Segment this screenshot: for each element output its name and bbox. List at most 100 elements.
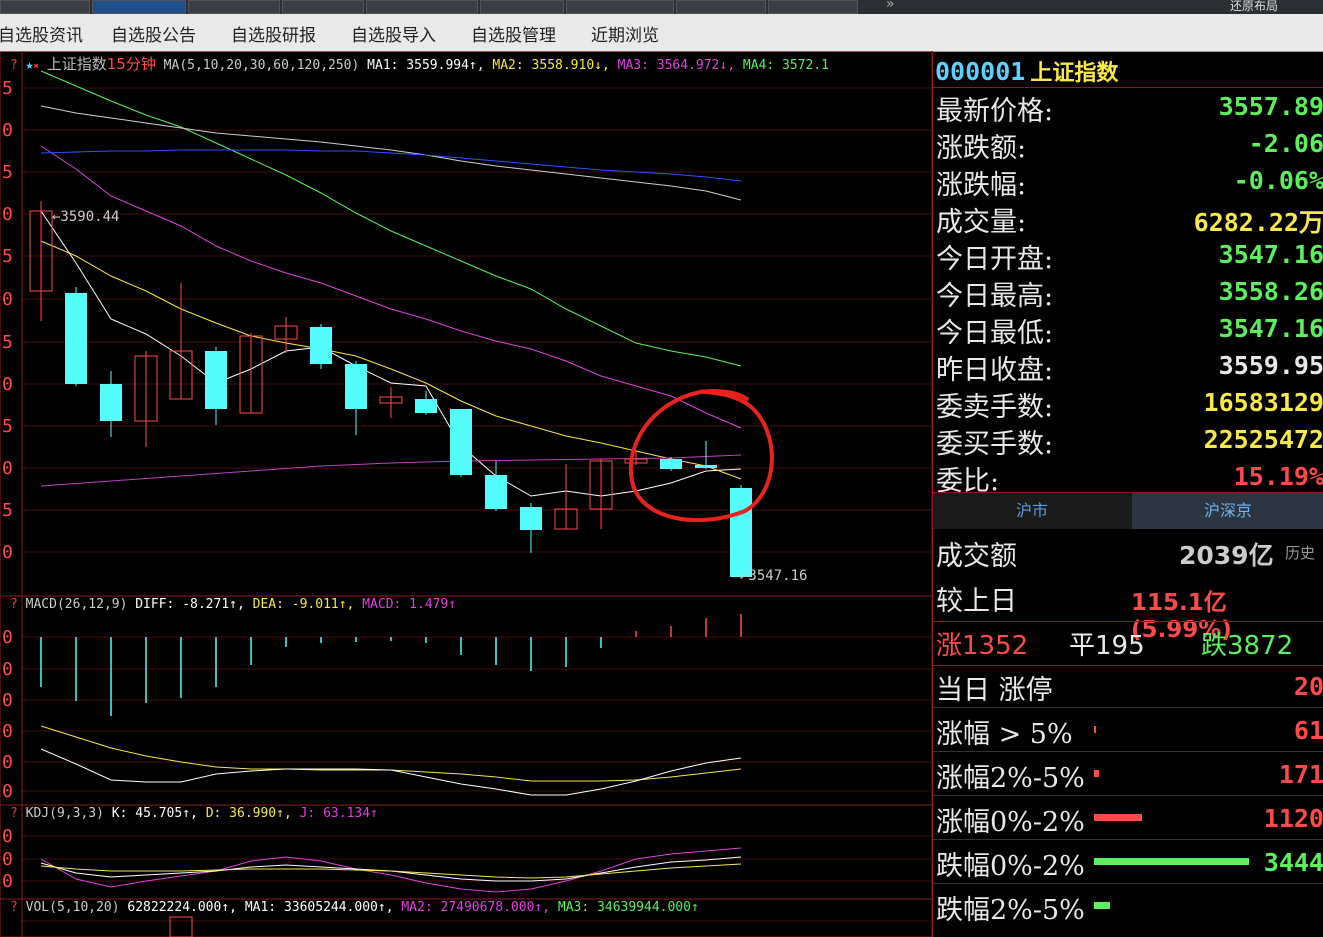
quote-value: -2.06 bbox=[1248, 129, 1323, 158]
distribution-row: 涨幅 > 5% 61 bbox=[933, 707, 1323, 752]
chart-title: 上证指数 bbox=[46, 55, 107, 73]
question-icon[interactable]: ? bbox=[10, 597, 18, 612]
toolbar-tab[interactable] bbox=[188, 0, 280, 14]
macd-diff: DIFF: -8.271↑, bbox=[135, 597, 245, 612]
chart-area[interactable]: 505050505050000000000 ? ★✖ 上证指数15分钟 MA(5… bbox=[0, 51, 932, 937]
nav-item[interactable]: 近期浏览 bbox=[591, 21, 659, 46]
quote-row: 今日最低: 3547.16 bbox=[933, 311, 1323, 349]
axis-tick-label: 0 bbox=[2, 781, 13, 802]
axis-tick-label: 0 bbox=[2, 627, 13, 648]
quote-label: 今日最低: bbox=[936, 318, 1054, 349]
tab-shsz[interactable]: 沪深京 bbox=[1132, 493, 1323, 529]
turnover-row: 成交额 2039亿 历史 bbox=[933, 532, 1323, 572]
axis-tick-label: 0 bbox=[2, 871, 13, 892]
question-icon[interactable]: ? bbox=[10, 900, 18, 915]
history-link[interactable]: 历史 bbox=[1285, 542, 1315, 563]
axis-tick-label: 0 bbox=[2, 826, 13, 847]
question-icon[interactable]: ? bbox=[10, 806, 18, 821]
candle-body bbox=[695, 465, 717, 468]
axis-tick-label: 5 bbox=[2, 332, 13, 353]
more-icon[interactable]: » bbox=[886, 0, 895, 12]
axis-tick-label: 0 bbox=[2, 374, 13, 395]
restore-layout-button[interactable]: 还原布局 bbox=[1230, 0, 1278, 14]
limit-up-value: 20 bbox=[1293, 672, 1323, 701]
close-icon[interactable]: ✖ bbox=[33, 62, 38, 72]
nav-item[interactable]: 自选股研报 bbox=[231, 21, 316, 46]
kdj-header: ? KDJ(9,3,3) K: 45.705↑, D: 36.990↑, J: … bbox=[10, 806, 378, 821]
kdj-params: KDJ(9,3,3) bbox=[25, 806, 104, 821]
distribution-label: 涨幅0%-2% bbox=[936, 807, 1085, 838]
kline-chart[interactable]: 505050505050000000000 bbox=[0, 51, 932, 937]
chart-period[interactable]: 15分钟 bbox=[107, 55, 156, 73]
nav-item[interactable]: 自选股导入 bbox=[351, 21, 436, 46]
top-toolbar: » 还原布局 bbox=[0, 0, 1323, 15]
axis-tick-label: 0 bbox=[2, 204, 13, 225]
toolbar-tab[interactable] bbox=[282, 0, 364, 14]
distribution-value: 61 bbox=[1293, 716, 1323, 745]
axis-tick-label: 0 bbox=[2, 120, 13, 141]
toolbar-tab[interactable] bbox=[0, 0, 90, 14]
quote-label: 委买手数: bbox=[936, 429, 1054, 460]
quote-value: 16583129 bbox=[1203, 388, 1323, 417]
ma-line bbox=[40, 149, 742, 182]
vol-ma2: MA2: 27490678.000↑, bbox=[401, 900, 551, 915]
dea-line bbox=[40, 725, 742, 782]
quote-label: 今日最高: bbox=[936, 281, 1054, 312]
toolbar-tab[interactable] bbox=[768, 0, 858, 14]
quote-value: 3557.89 bbox=[1218, 92, 1323, 121]
kdj-d: D: 36.990↑, bbox=[205, 806, 292, 821]
macd-dea: DEA: -9.011↑, bbox=[252, 597, 355, 612]
stock-code: 000001 bbox=[935, 57, 1026, 86]
macd-value: MACD: 1.479↑ bbox=[362, 597, 457, 612]
quote-header: 000001 上证指数 bbox=[935, 55, 1118, 87]
ma3-value: MA3: 3564.972↓, bbox=[617, 58, 736, 73]
nav-item[interactable]: 自选股管理 bbox=[471, 21, 556, 46]
vol-params: VOL(5,10,20) bbox=[25, 900, 120, 915]
quote-value: 6282.22万 bbox=[1193, 208, 1323, 237]
distribution-bar bbox=[1094, 814, 1142, 821]
candle-body bbox=[65, 293, 87, 384]
stock-name: 上证指数 bbox=[1030, 61, 1119, 86]
main-chart-header: ? ★✖ 上证指数15分钟 MA(5,10,20,30,60,120,250) … bbox=[10, 53, 829, 74]
turnover-label: 成交额 bbox=[936, 541, 1017, 572]
quote-label: 涨跌幅: bbox=[936, 170, 1027, 201]
toolbar-tab[interactable] bbox=[366, 0, 478, 14]
quote-row: 今日最高: 3558.26 bbox=[933, 274, 1323, 312]
candle-body bbox=[205, 351, 227, 409]
quote-label: 今日开盘: bbox=[936, 244, 1054, 275]
vs-yesterday-row: 较上日 115.1亿(5.99%) bbox=[933, 577, 1323, 643]
axis-tick-label: 0 bbox=[2, 289, 13, 310]
quote-value: 3547.16 bbox=[1218, 240, 1323, 269]
axis-tick-label: 0 bbox=[2, 659, 13, 680]
quote-panel: 000001 上证指数 最新价格: 3557.89 涨跌额: -2.06 涨跌幅: -0.… bbox=[932, 51, 1323, 937]
toolbar-tab[interactable] bbox=[480, 0, 564, 14]
quote-row: 委买手数: 22525472 bbox=[933, 422, 1323, 460]
macd-header: ? MACD(26,12,9) DIFF: -8.271↑, DEA: -9.0… bbox=[10, 597, 456, 612]
nav-item[interactable]: 自选股资讯 bbox=[0, 21, 83, 46]
advance-decline-row: 涨1352 平195 跌3872 bbox=[933, 623, 1323, 663]
candle-body bbox=[520, 507, 542, 530]
kdj-k: K: 45.705↑, bbox=[111, 806, 198, 821]
kdj-j-line bbox=[40, 847, 742, 893]
distribution-value: 3444 bbox=[1263, 848, 1323, 877]
quote-value: 3558.26 bbox=[1218, 277, 1323, 306]
kdj-j: J: 63.134↑ bbox=[299, 806, 378, 821]
candle-body bbox=[485, 475, 507, 509]
toolbar-tab[interactable] bbox=[92, 0, 186, 14]
nav-bar: 自选股资讯 自选股公告 自选股研报 自选股导入 自选股管理 近期浏览 bbox=[0, 14, 1323, 52]
quote-label: 昨日收盘: bbox=[936, 355, 1054, 386]
kdj-d-line bbox=[40, 863, 742, 879]
toolbar-tab[interactable] bbox=[566, 0, 674, 14]
ma4-value: MA4: 3572.1 bbox=[742, 58, 829, 73]
quote-value: 22525472 bbox=[1203, 425, 1323, 454]
nav-item[interactable]: 自选股公告 bbox=[111, 21, 196, 46]
question-icon[interactable]: ? bbox=[10, 58, 18, 73]
candle-body bbox=[345, 364, 367, 409]
flat-count: 平195 bbox=[1069, 631, 1145, 661]
ma2-value: MA2: 3558.910↓, bbox=[492, 58, 610, 73]
quote-label: 涨跌额: bbox=[936, 133, 1027, 164]
tab-sh[interactable]: 沪市 bbox=[933, 493, 1131, 529]
toolbar-tab[interactable] bbox=[676, 0, 766, 14]
quote-value: -0.06% bbox=[1233, 166, 1323, 195]
axis-tick-label: 0 bbox=[2, 721, 13, 742]
